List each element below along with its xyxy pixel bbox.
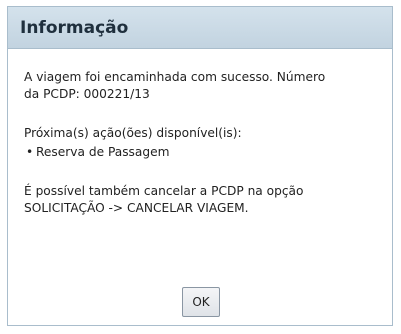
actions-heading: Próxima(s) ação(ões) disponível(is): bbox=[24, 126, 242, 140]
actions-list: • Reserva de Passagem bbox=[24, 144, 378, 161]
information-dialog: Informação A viagem foi encaminhada com … bbox=[7, 6, 393, 326]
success-message: A viagem foi encaminhada com sucesso. Nú… bbox=[24, 70, 326, 101]
dialog-body: A viagem foi encaminhada com sucesso. Nú… bbox=[8, 49, 392, 217]
ok-button[interactable]: OK bbox=[182, 287, 220, 317]
list-item: • Reserva de Passagem bbox=[24, 144, 378, 161]
cancel-note: É possível também cancelar a PCDP na opç… bbox=[24, 184, 304, 215]
dialog-title: Informação bbox=[20, 17, 129, 38]
action-label: Reserva de Passagem bbox=[36, 145, 170, 159]
dialog-header: Informação bbox=[8, 7, 392, 49]
bullet-icon: • bbox=[26, 145, 34, 159]
